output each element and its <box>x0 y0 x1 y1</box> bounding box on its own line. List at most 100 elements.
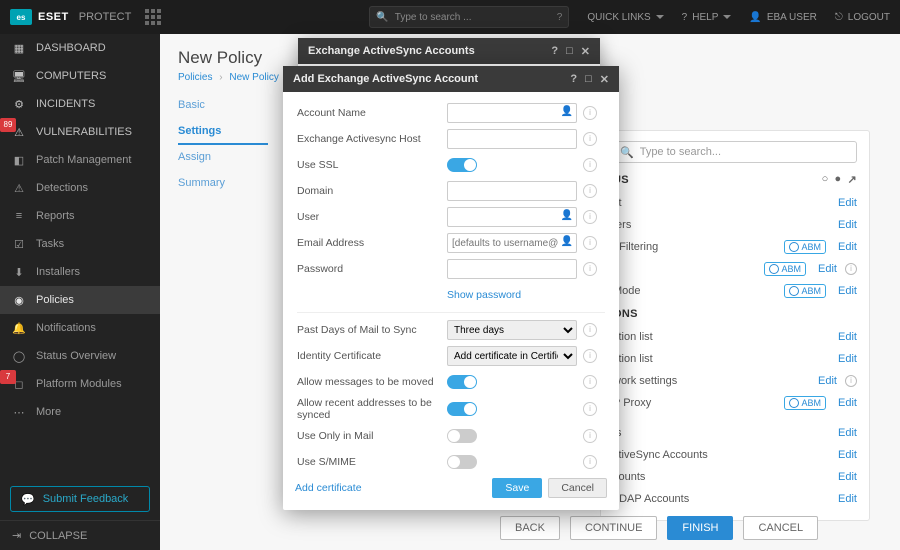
brand-name: ESET <box>38 11 69 23</box>
help-menu[interactable]: ?HELP <box>682 12 732 23</box>
edit-link[interactable]: Edit <box>838 427 857 439</box>
past-days-select[interactable]: Three days <box>447 320 577 340</box>
info-icon[interactable]: i <box>583 349 597 363</box>
edit-link[interactable]: Edit <box>838 449 857 461</box>
email-input[interactable] <box>447 233 577 253</box>
sidebar-item-incidents[interactable]: ⚙INCIDENTS <box>0 90 160 118</box>
info-icon[interactable]: i <box>583 323 597 337</box>
maximize-icon[interactable]: □ <box>566 45 573 58</box>
password-input[interactable] <box>447 259 577 279</box>
edit-link[interactable]: Edit <box>838 397 857 409</box>
edit-link[interactable]: Edit <box>838 219 857 231</box>
info-icon[interactable]: i <box>583 158 597 172</box>
sidebar-item-dashboard[interactable]: ▦DASHBOARD <box>0 34 160 62</box>
finish-button[interactable]: FINISH <box>667 516 733 540</box>
maximize-icon[interactable]: □ <box>585 73 592 86</box>
domain-input[interactable] <box>447 181 577 201</box>
expand-icon[interactable]: ↗ <box>847 173 857 186</box>
back-button[interactable]: BACK <box>500 516 560 540</box>
nav-icon: ⋯ <box>12 405 26 419</box>
identity-cert-select[interactable]: Add certificate in Certificate list <box>447 346 577 366</box>
sidebar-item-policies[interactable]: ◉Policies <box>0 286 160 314</box>
submit-feedback-button[interactable]: 💬 Submit Feedback <box>10 486 150 512</box>
chevron-down-icon <box>656 15 664 19</box>
sidebar-item-label: Platform Modules <box>36 378 122 390</box>
edit-link[interactable]: Edit <box>838 197 857 209</box>
info-icon[interactable]: i <box>583 236 597 250</box>
sidebar-item-more[interactable]: ⋯More <box>0 398 160 426</box>
edit-link[interactable]: Edit <box>838 285 857 297</box>
use-smime-toggle[interactable] <box>447 455 477 469</box>
help-icon[interactable]: ? <box>570 73 577 86</box>
edit-link[interactable]: Edit <box>838 241 857 253</box>
logout-button[interactable]: ⎋LOGOUT <box>835 12 890 23</box>
info-icon[interactable]: i <box>583 132 597 146</box>
cancel-button[interactable]: CANCEL <box>743 516 818 540</box>
allow-move-toggle[interactable] <box>447 375 477 389</box>
add-certificate-link[interactable]: Add certificate <box>295 482 362 494</box>
dot-icon[interactable]: ● <box>835 173 842 186</box>
host-input[interactable] <box>447 129 577 149</box>
info-icon[interactable]: i <box>583 262 597 276</box>
sidebar-item-label: Reports <box>36 210 75 222</box>
info-icon[interactable]: i <box>845 375 857 387</box>
edit-link[interactable]: Edit <box>818 375 837 387</box>
crumb-policies[interactable]: Policies <box>178 72 212 83</box>
sidebar-item-notifications[interactable]: 🔔Notifications <box>0 314 160 342</box>
user-menu[interactable]: 👤EBA USER <box>749 12 816 23</box>
brand-sub: PROTECT <box>79 11 132 23</box>
sidebar-item-patch-management[interactable]: ◧Patch Management <box>0 146 160 174</box>
settings-search[interactable]: 🔍 Type to search... <box>613 141 857 163</box>
continue-button[interactable]: CONTINUE <box>570 516 657 540</box>
edit-link[interactable]: Edit <box>838 493 857 505</box>
circle-icon[interactable]: ○ <box>822 173 829 186</box>
use-ssl-toggle[interactable] <box>447 158 477 172</box>
edit-link[interactable]: Edit <box>838 331 857 343</box>
topbar: es ESET PROTECT 🔍 Type to search ... ? Q… <box>0 0 900 34</box>
info-icon[interactable]: i <box>583 455 597 469</box>
info-icon[interactable]: i <box>583 184 597 198</box>
step-basic[interactable]: Basic <box>178 93 268 119</box>
show-password-link[interactable]: Show password <box>447 289 521 301</box>
use-only-mail-toggle[interactable] <box>447 429 477 443</box>
apps-icon[interactable] <box>145 9 161 25</box>
sidebar-item-installers[interactable]: ⬇Installers <box>0 258 160 286</box>
sidebar-item-status-overview[interactable]: ◯Status Overview <box>0 342 160 370</box>
close-icon[interactable]: ✕ <box>600 73 609 86</box>
help-icon[interactable]: ? <box>551 45 558 58</box>
info-icon[interactable]: i <box>583 210 597 224</box>
sidebar-item-detections[interactable]: ⚠Detections <box>0 174 160 202</box>
edit-link[interactable]: Edit <box>838 353 857 365</box>
allow-recent-toggle[interactable] <box>447 402 477 416</box>
account-name-input[interactable] <box>447 103 577 123</box>
sidebar-item-computers[interactable]: 🖥COMPUTERS <box>0 62 160 90</box>
sidebar-item-tasks[interactable]: ☑Tasks <box>0 230 160 258</box>
info-icon[interactable]: i <box>845 263 857 275</box>
settings-row: sABMEditi <box>613 258 857 280</box>
sidebar-item-vulnerabilities[interactable]: 89⚠VULNERABILITIES <box>0 118 160 146</box>
cancel-button[interactable]: Cancel <box>548 478 607 498</box>
search-icon: 🔍 <box>376 12 388 23</box>
user-input[interactable] <box>447 207 577 227</box>
info-icon[interactable]: i <box>583 375 597 389</box>
step-assign[interactable]: Assign <box>178 145 268 171</box>
step-summary[interactable]: Summary <box>178 171 268 197</box>
quick-links-menu[interactable]: QUICK LINKS <box>587 12 663 23</box>
info-icon[interactable]: i <box>583 106 597 120</box>
modal-title: Exchange ActiveSync Accounts <box>308 45 475 57</box>
collapse-sidebar[interactable]: ⇥ COLLAPSE <box>0 520 160 550</box>
edit-link[interactable]: Edit <box>818 263 837 275</box>
sidebar-item-platform-modules[interactable]: 7◻Platform Modules <box>0 370 160 398</box>
step-settings[interactable]: Settings <box>178 119 268 145</box>
top-links: QUICK LINKS ?HELP 👤EBA USER ⎋LOGOUT <box>587 12 890 23</box>
edit-link[interactable]: Edit <box>838 471 857 483</box>
search-help-icon[interactable]: ? <box>557 12 563 23</box>
info-icon[interactable]: i <box>583 402 597 416</box>
close-icon[interactable]: ✕ <box>581 45 590 58</box>
help-icon: ? <box>682 12 688 23</box>
save-button[interactable]: Save <box>492 478 542 498</box>
sidebar-item-reports[interactable]: ≡Reports <box>0 202 160 230</box>
info-icon[interactable]: i <box>583 429 597 443</box>
sidebar-item-label: COMPUTERS <box>36 70 106 82</box>
global-search[interactable]: 🔍 Type to search ... ? <box>369 6 569 28</box>
